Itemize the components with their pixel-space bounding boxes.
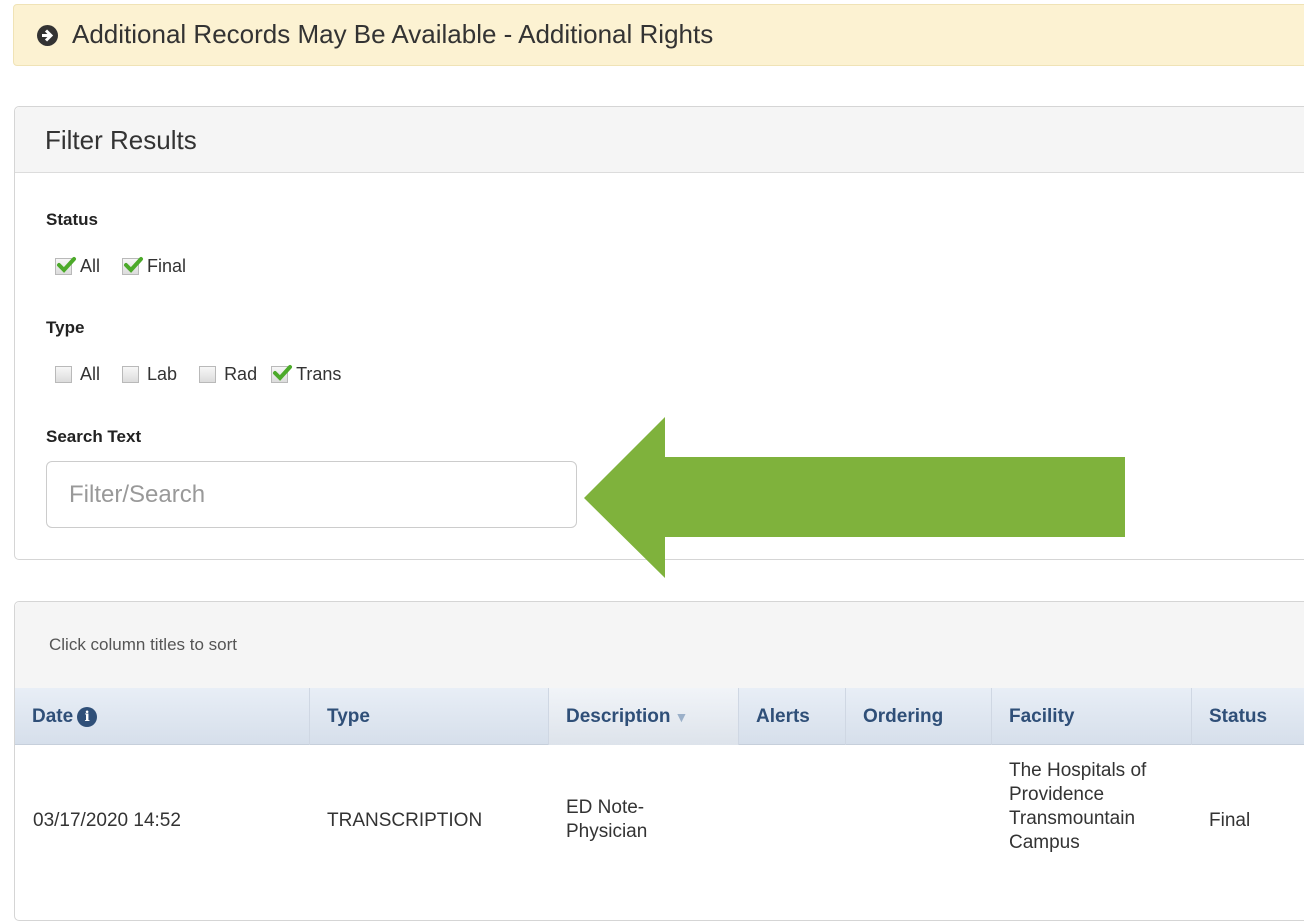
info-icon[interactable]: i: [77, 706, 98, 727]
column-header-facility-label: Facility: [1009, 706, 1075, 727]
type-all-label: All: [80, 364, 101, 384]
type-trans-checkbox[interactable]: Trans: [271, 364, 341, 385]
column-header-status[interactable]: Status: [1192, 688, 1304, 745]
status-final-checkbox[interactable]: Final: [122, 256, 186, 277]
cell-facility-line: Transmountain: [1009, 808, 1136, 829]
type-options: All Lab Rad Trans: [55, 364, 363, 385]
sort-hint: Click column titles to sort: [49, 635, 237, 654]
column-header-description[interactable]: Description ▼: [549, 688, 739, 745]
big-green-arrow-left-icon: [584, 417, 1125, 578]
column-header-ordering-label: Ordering: [863, 706, 944, 727]
cell-facility: The Hospitals of Providence Transmountai…: [1009, 759, 1146, 855]
checkbox-checked-icon: [271, 365, 293, 383]
search-input[interactable]: [46, 461, 577, 528]
filter-panel-title: Filter Results: [45, 125, 197, 155]
type-rad-checkbox[interactable]: Rad: [199, 364, 257, 385]
checkbox-unchecked-icon: [55, 366, 72, 383]
column-header-alerts-label: Alerts: [756, 706, 810, 727]
checkbox-unchecked-icon: [122, 366, 140, 383]
column-header-date[interactable]: Date i: [15, 688, 310, 745]
cell-description[interactable]: ED Note- Physician: [566, 796, 647, 844]
cell-status: Final: [1209, 810, 1251, 831]
column-header-status-label: Status: [1209, 706, 1268, 727]
type-rad-label: Rad: [224, 364, 258, 384]
column-header-date-label: Date: [32, 706, 74, 727]
alert-text: Additional Records May Be Available - Ad…: [72, 19, 714, 49]
column-header-description-label: Description: [566, 706, 671, 727]
table-header: Date i Type Description ▼ Alerts Ordering …: [15, 688, 1304, 745]
filter-panel-header: Filter Results: [15, 107, 1304, 173]
status-all-checkbox[interactable]: All: [55, 256, 100, 277]
cell-date: 03/17/2020 14:52: [33, 810, 181, 831]
checkbox-unchecked-icon: [199, 366, 217, 383]
search-text-label: Search Text: [46, 427, 142, 446]
type-all-checkbox[interactable]: All: [55, 364, 100, 385]
results-panel-header: Click column titles to sort: [15, 602, 1304, 689]
sort-descending-icon: ▼: [674, 709, 689, 725]
cell-facility-line: Campus: [1009, 832, 1080, 853]
status-final-label: Final: [147, 256, 187, 276]
cell-type: TRANSCRIPTION: [327, 810, 483, 831]
column-header-alerts[interactable]: Alerts: [739, 688, 846, 745]
cell-description-line: Physician: [566, 821, 648, 842]
column-header-facility[interactable]: Facility: [992, 688, 1192, 745]
column-header-type-label: Type: [327, 706, 370, 727]
column-header-type[interactable]: Type: [310, 688, 549, 745]
cell-facility-line: The Hospitals of: [1009, 760, 1147, 781]
status-all-label: All: [80, 256, 101, 276]
type-trans-label: Trans: [296, 364, 342, 384]
status-label: Status: [46, 210, 98, 229]
checkbox-checked-icon: [55, 257, 76, 275]
checkbox-checked-icon: [122, 257, 144, 275]
cell-description-line: ED Note-: [566, 797, 645, 818]
additional-records-alert[interactable]: Additional Records May Be Available - Ad…: [13, 4, 1304, 66]
type-label: Type: [46, 318, 85, 337]
results-panel: Click column titles to sort Date i Type D…: [14, 601, 1304, 921]
arrow-circle-right-icon: [37, 25, 58, 46]
type-lab-label: Lab: [147, 364, 178, 384]
cell-facility-line: Providence: [1009, 784, 1105, 805]
type-lab-checkbox[interactable]: Lab: [122, 364, 177, 385]
column-header-ordering[interactable]: Ordering: [846, 688, 992, 745]
status-options: All Final: [55, 256, 208, 277]
